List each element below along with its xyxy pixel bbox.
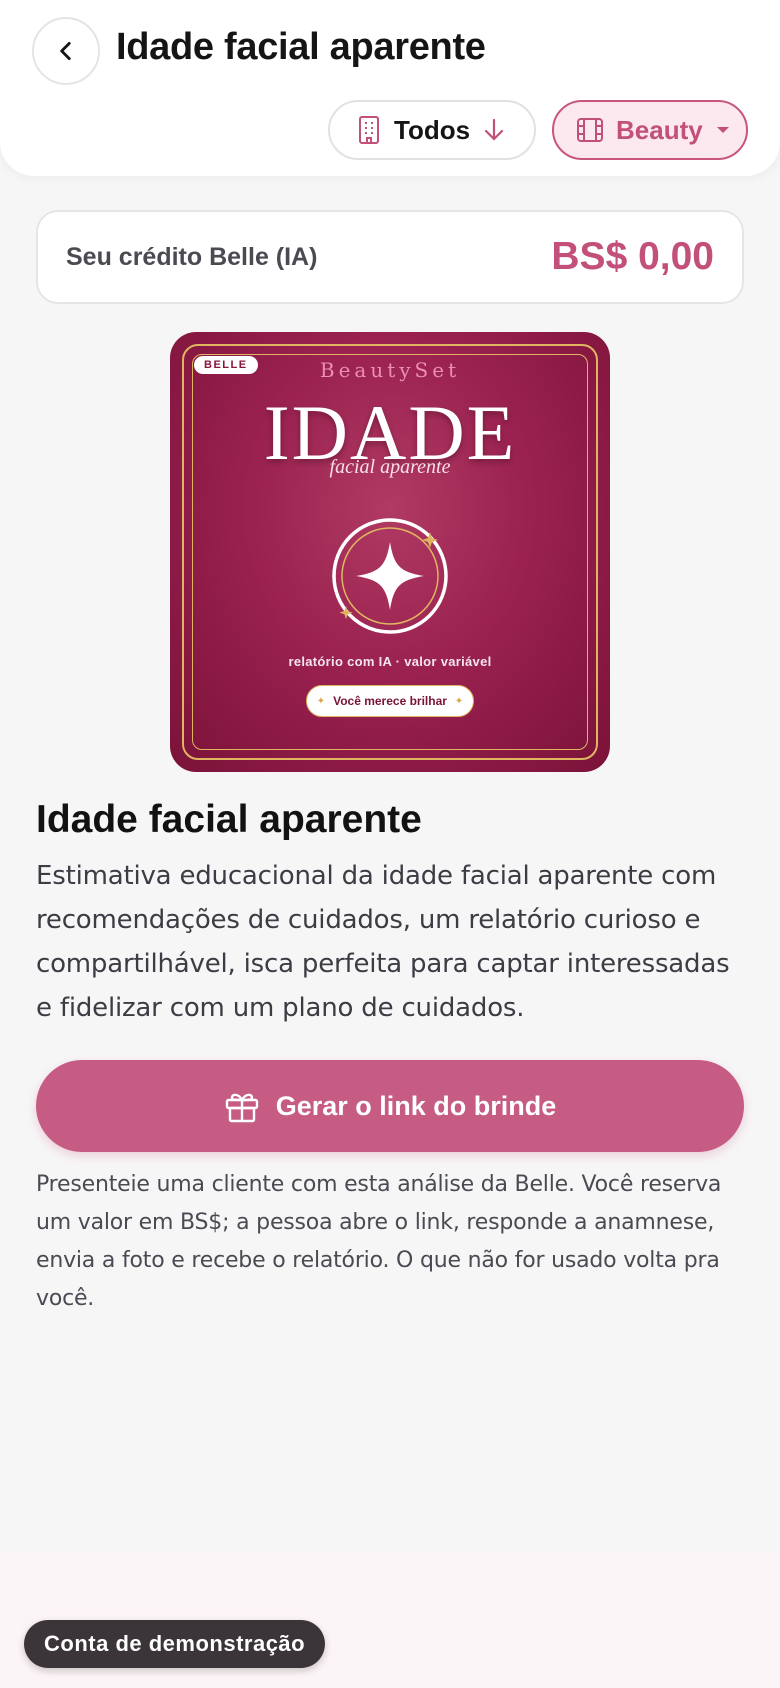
hero-brand: BeautySet: [319, 358, 461, 382]
back-button[interactable]: [32, 17, 100, 85]
hero-pill-label: Você merece brilhar: [333, 694, 447, 708]
top-header: Idade facial aparente Todos Beauty: [0, 0, 780, 176]
sparkle-icon: ✦: [454, 695, 464, 707]
cta-label: Gerar o link do brinde: [275, 1090, 557, 1121]
hero-pill: ✦ Você merece brilhar ✦: [306, 685, 474, 717]
demo-account-badge[interactable]: Conta de demonstração: [24, 1620, 326, 1668]
credit-label: Seu crédito Belle (IA): [66, 242, 318, 271]
chevron-left-icon: [60, 42, 71, 60]
page-title: Idade facial aparente: [116, 26, 486, 68]
todos-label: Todos: [394, 114, 471, 145]
hero-caption: relatório com IA · valor variável: [288, 654, 492, 669]
product-title: Idade facial aparente: [36, 798, 422, 841]
gift-explanation: Presenteie uma cliente com esta análise …: [36, 1172, 722, 1311]
arrow-down-icon: [484, 118, 504, 141]
product-description: Estimativa educacional da idade facial a…: [36, 861, 730, 1023]
generate-gift-link-button[interactable]: Gerar o link do brinde: [36, 1060, 744, 1152]
credit-card: Seu crédito Belle (IA) BS$ 0,00: [36, 210, 744, 304]
beauty-label: Beauty: [616, 114, 703, 145]
segment-select-beauty[interactable]: Beauty: [552, 100, 748, 160]
unit-filter-todos[interactable]: Todos: [328, 100, 536, 160]
caret-down-icon: [716, 127, 729, 133]
film-icon: [577, 118, 603, 142]
product-hero-image: BELLE BeautySet IDADE facial aparente re…: [170, 332, 610, 772]
building-icon: [359, 116, 379, 144]
gift-icon: [225, 1093, 258, 1123]
credit-value: BS$ 0,00: [551, 235, 714, 278]
sparkle-icon: ✦: [316, 695, 326, 707]
sparkle-star-icon: [332, 518, 448, 634]
hero-subtitle: facial aparente: [329, 456, 451, 478]
